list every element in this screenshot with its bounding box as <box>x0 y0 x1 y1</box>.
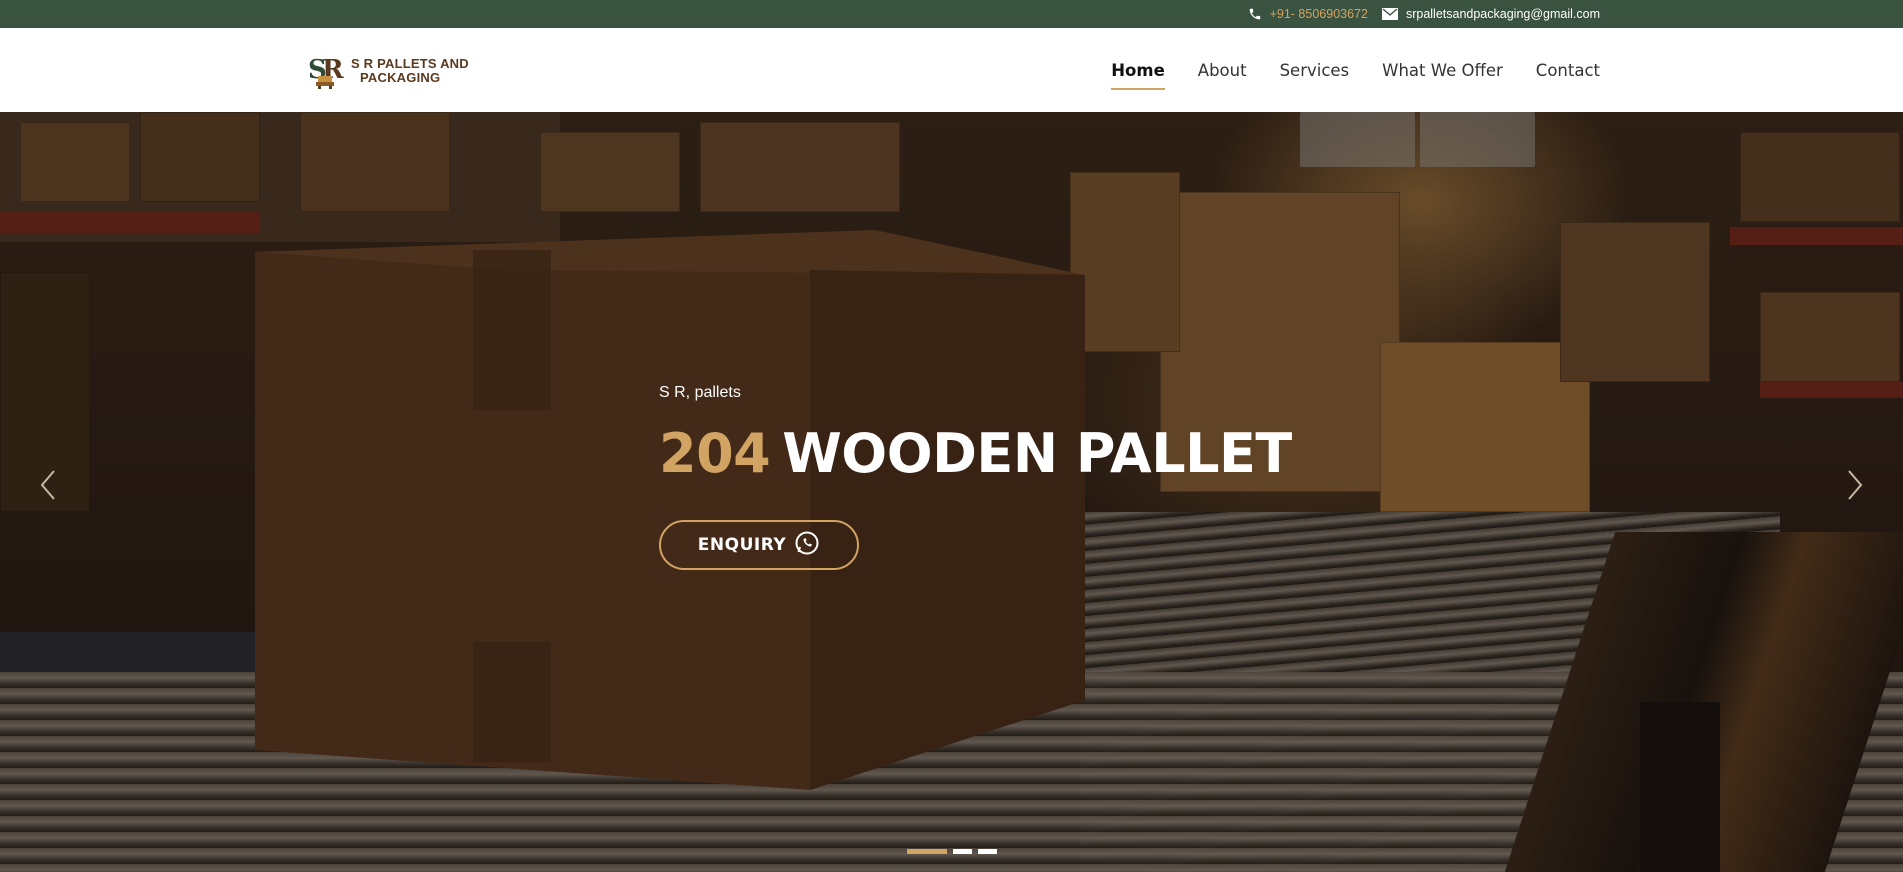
phone-contact[interactable]: +91- 8506903672 <box>1248 7 1368 21</box>
hero-headline: 204 WOODEN PALLET <box>659 424 1292 484</box>
chevron-left-icon <box>39 469 57 506</box>
enquiry-button[interactable]: ENQUIRY <box>659 520 859 570</box>
hero-slider: S R, pallets 204 WOODEN PALLET ENQUIRY <box>0 112 1903 872</box>
slider-pagination <box>907 849 997 854</box>
logo-mark: S R <box>307 50 349 92</box>
whatsapp-icon <box>794 530 820 561</box>
brand-line-2: PACKAGING <box>360 70 441 85</box>
site-header: S R S R PALLETS AND PACKAGING Home About… <box>0 28 1903 112</box>
hero-content: S R, pallets 204 WOODEN PALLET ENQUIRY <box>659 384 1292 570</box>
slide-dot-3[interactable] <box>978 849 997 854</box>
nav-what-we-offer[interactable]: What We Offer <box>1382 57 1503 84</box>
contact-info: +91- 8506903672 srpalletsandpackaging@gm… <box>1248 0 1600 28</box>
email-contact[interactable]: srpalletsandpackaging@gmail.com <box>1381 7 1600 21</box>
slide-dot-2[interactable] <box>953 849 972 854</box>
slide-dot-1[interactable] <box>907 849 947 854</box>
phone-icon <box>1248 7 1262 21</box>
brand-logo[interactable]: S R S R PALLETS AND PACKAGING <box>307 50 469 92</box>
phone-number[interactable]: +91- 8506903672 <box>1270 7 1368 21</box>
email-address[interactable]: srpalletsandpackaging@gmail.com <box>1406 7 1600 21</box>
nav-contact[interactable]: Contact <box>1536 57 1600 84</box>
brand-line-1: S R PALLETS AND <box>351 56 469 71</box>
slider-prev-button[interactable] <box>33 467 63 507</box>
nav-services[interactable]: Services <box>1280 57 1350 84</box>
enquiry-label: ENQUIRY <box>697 535 787 555</box>
mail-icon <box>1381 8 1398 20</box>
main-nav: Home About Services What We Offer Contac… <box>1111 28 1600 112</box>
nav-home[interactable]: Home <box>1111 57 1165 90</box>
headline-text: WOODEN PALLET <box>782 422 1292 485</box>
hero-subtitle: S R, pallets <box>659 384 741 401</box>
top-contact-bar: +91- 8506903672 srpalletsandpackaging@gm… <box>0 0 1903 28</box>
nav-about[interactable]: About <box>1198 57 1247 84</box>
chevron-right-icon <box>1846 469 1864 506</box>
slider-next-button[interactable] <box>1840 467 1870 507</box>
headline-number: 204 <box>659 422 771 485</box>
brand-name: S R PALLETS AND PACKAGING <box>351 57 469 85</box>
